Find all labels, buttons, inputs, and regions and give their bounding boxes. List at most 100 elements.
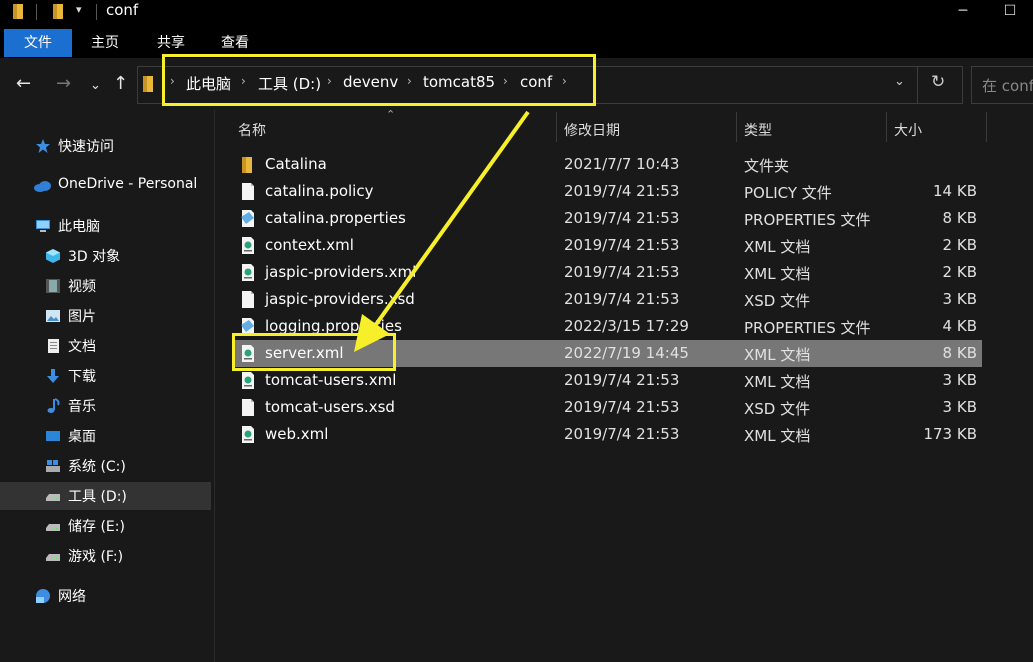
sidebar-item-label: 桌面 <box>68 429 96 445</box>
xml-icon <box>240 371 256 390</box>
sidebar-item-downloads[interactable]: 下载 <box>0 362 211 390</box>
sidebar-item-drive-f[interactable]: 游戏 (F:) <box>0 542 211 570</box>
column-header-type[interactable]: 类型 <box>744 120 772 140</box>
sidebar-item-onedrive[interactable]: OneDrive - Personal <box>0 172 211 200</box>
xml-icon <box>240 236 256 255</box>
tab-share[interactable]: 共享 <box>148 29 194 57</box>
column-resize-handle[interactable] <box>736 112 737 142</box>
forward-arrow-icon[interactable]: → <box>56 72 71 96</box>
file-modified: 2019/7/4 21:53 <box>564 425 680 443</box>
sidebar-item-label: 工具 (D:) <box>68 489 127 505</box>
sidebar-item-label: 储存 (E:) <box>68 519 125 535</box>
file-modified: 2022/7/19 14:45 <box>564 344 689 362</box>
quick-access-dropdown-icon[interactable]: ▾ <box>76 3 82 16</box>
file-size: 173 KB <box>923 425 977 443</box>
file-name: Catalina <box>265 155 327 173</box>
file-modified: 2022/3/15 17:29 <box>564 317 689 335</box>
sidebar-item-label: 文档 <box>68 339 96 355</box>
sidebar-item-documents[interactable]: 文档 <box>0 332 211 360</box>
properties-icon <box>240 209 256 228</box>
file-type: XML 文档 <box>744 238 811 256</box>
sidebar-item-music[interactable]: 音乐 <box>0 392 211 420</box>
folder-icon[interactable] <box>12 2 26 20</box>
document-icon <box>48 339 59 353</box>
system-drive-icon <box>46 460 60 472</box>
star-icon <box>36 139 50 153</box>
file-modified: 2019/7/4 21:53 <box>564 263 680 281</box>
sidebar-item-drive-e[interactable]: 储存 (E:) <box>0 512 211 540</box>
back-arrow-icon[interactable]: ← <box>16 72 31 96</box>
drive-icon <box>46 494 60 501</box>
file-type: PROPERTIES 文件 <box>744 319 871 337</box>
file-icon <box>240 290 256 309</box>
file-size: 3 KB <box>942 371 977 389</box>
file-size: 2 KB <box>942 263 977 281</box>
table-row[interactable]: tomcat-users.xsd 2019/7/4 21:53 XSD 文件 3 KB <box>232 394 982 421</box>
file-type: XML 文档 <box>744 373 811 391</box>
column-header-size[interactable]: 大小 <box>894 120 922 140</box>
table-row[interactable]: web.xml 2019/7/4 21:53 XML 文档 173 KB <box>232 421 982 448</box>
title-bar: ▾ conf ─ ☐ <box>0 0 1033 26</box>
sidebar-item-label: 图片 <box>68 309 96 325</box>
sidebar-item-quick-access[interactable]: 快速访问 <box>0 132 211 160</box>
file-type: XML 文档 <box>744 427 811 445</box>
annotation-arrow-icon <box>354 110 530 352</box>
table-row[interactable]: tomcat-users.xml 2019/7/4 21:53 XML 文档 3 KB <box>232 367 982 394</box>
file-modified: 2019/7/4 21:53 <box>564 290 680 308</box>
file-size: 8 KB <box>942 209 977 227</box>
file-type: XML 文档 <box>744 346 811 364</box>
recent-locations-chevron-icon[interactable]: ⌄ <box>90 74 101 98</box>
file-size: 2 KB <box>942 236 977 254</box>
column-header-name[interactable]: 名称 <box>238 120 266 140</box>
file-size: 3 KB <box>942 290 977 308</box>
xml-icon <box>240 263 256 282</box>
tab-home[interactable]: 主页 <box>82 29 128 57</box>
download-icon <box>47 369 59 383</box>
video-icon <box>46 279 60 293</box>
file-name: web.xml <box>265 425 329 443</box>
desktop-icon <box>46 431 60 441</box>
column-resize-handle[interactable] <box>886 112 887 142</box>
column-resize-handle[interactable] <box>986 112 987 142</box>
sidebar-item-desktop[interactable]: 桌面 <box>0 422 211 450</box>
sidebar-item-network[interactable]: 网络 <box>0 582 211 610</box>
file-type: PROPERTIES 文件 <box>744 211 871 229</box>
file-name: tomcat-users.xsd <box>265 398 395 416</box>
tab-view[interactable]: 查看 <box>212 29 258 57</box>
drive-icon <box>46 554 60 561</box>
column-resize-handle[interactable] <box>556 112 557 142</box>
sidebar-item-drive-d[interactable]: 工具 (D:) <box>0 482 211 510</box>
sidebar-item-label: 网络 <box>58 589 86 605</box>
maximize-icon[interactable]: ☐ <box>987 0 1033 24</box>
tab-file[interactable]: 文件 <box>4 29 72 57</box>
file-type: XSD 文件 <box>744 400 811 418</box>
file-type: POLICY 文件 <box>744 184 832 202</box>
file-type: XSD 文件 <box>744 292 811 310</box>
cloud-icon <box>34 181 51 192</box>
folder-icon <box>240 155 256 174</box>
sidebar-item-drive-c[interactable]: 系统 (C:) <box>0 452 211 480</box>
sidebar-item-label: 系统 (C:) <box>68 459 126 475</box>
refresh-icon[interactable]: ↻ <box>931 72 945 92</box>
file-modified: 2019/7/4 21:53 <box>564 182 680 200</box>
folder-icon[interactable] <box>52 2 66 20</box>
file-modified: 2019/7/4 21:53 <box>564 371 680 389</box>
sidebar-item-this-pc[interactable]: 此电脑 <box>0 212 211 240</box>
sidebar-item-label: 视频 <box>68 279 96 295</box>
file-modified: 2021/7/7 10:43 <box>564 155 680 173</box>
drive-icon <box>46 524 60 531</box>
column-header-modified[interactable]: 修改日期 <box>564 120 620 140</box>
minimize-icon[interactable]: ─ <box>940 0 986 24</box>
address-dropdown-chevron-icon[interactable]: ⌄ <box>894 74 905 89</box>
sidebar-item-label: 下载 <box>68 369 96 385</box>
file-type: XML 文档 <box>744 265 811 283</box>
sidebar-item-label: 游戏 (F:) <box>68 549 124 565</box>
sidebar-item-videos[interactable]: 视频 <box>0 272 211 300</box>
sidebar-item-3d-objects[interactable]: 3D 对象 <box>0 242 211 270</box>
up-arrow-icon[interactable]: ↑ <box>113 72 128 96</box>
file-size: 8 KB <box>942 344 977 362</box>
divider <box>96 4 97 20</box>
sidebar-item-pictures[interactable]: 图片 <box>0 302 211 330</box>
search-input[interactable]: 在 conf <box>971 66 1033 104</box>
sidebar-item-label: 音乐 <box>68 399 96 415</box>
